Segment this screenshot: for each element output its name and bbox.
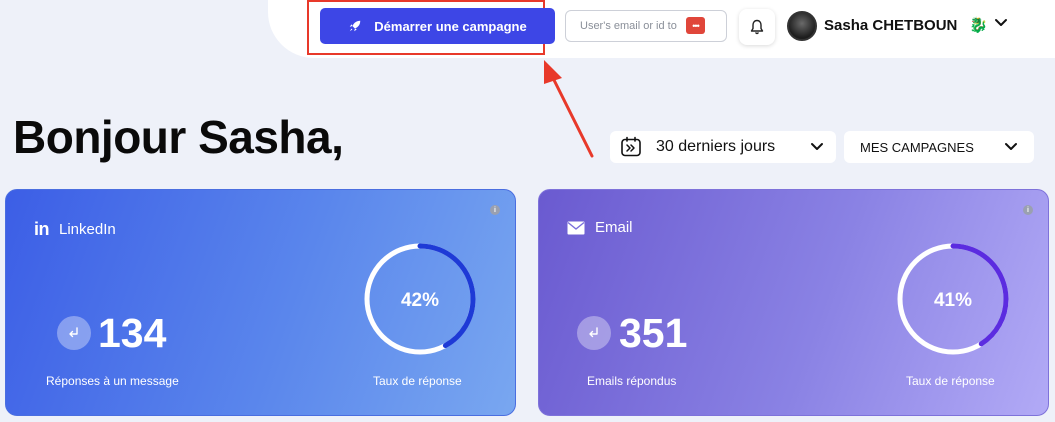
campaigns-select-label: MES CAMPAGNES	[860, 139, 974, 155]
email-stats-card: i Email 351 Emails répondus 41% Taux de …	[538, 189, 1049, 416]
date-range-select[interactable]: 30 derniers jours	[610, 131, 836, 163]
start-campaign-button[interactable]: Démarrer une campagne	[320, 8, 555, 44]
campaigns-select[interactable]: MES CAMPAGNES	[844, 131, 1034, 163]
emails-replied-label: Emails répondus	[587, 374, 677, 388]
response-rate-label: Taux de réponse	[373, 374, 462, 388]
response-rate-label: Taux de réponse	[906, 374, 995, 388]
rocket-icon	[350, 20, 361, 32]
responses-label: Réponses à un message	[46, 374, 179, 388]
mail-icon	[567, 221, 585, 234]
user-name[interactable]: Sasha CHETBOUN	[824, 17, 957, 34]
responses-count: 134	[98, 310, 167, 356]
badge-dots: •••	[692, 20, 700, 31]
start-campaign-label: Démarrer une campagne	[374, 18, 527, 34]
chevron-down-icon[interactable]	[994, 18, 1008, 28]
user-emoji: 🐉	[969, 17, 988, 34]
linkedin-stats-card: i in LinkedIn 134 Réponses à un message …	[5, 189, 516, 416]
notifications-button[interactable]	[739, 9, 775, 45]
calendar-forward-icon	[621, 136, 641, 157]
info-icon[interactable]: i	[1023, 205, 1033, 215]
response-rate-gauge: 41%	[897, 243, 1009, 355]
bell-icon	[750, 19, 764, 35]
annotation-arrow	[544, 60, 594, 158]
card-channel-label: LinkedIn	[59, 221, 116, 238]
user-avatar[interactable]	[787, 11, 817, 41]
chevron-down-icon	[811, 143, 823, 150]
card-channel-label: Email	[595, 219, 633, 236]
reply-icon	[57, 316, 91, 350]
info-icon[interactable]: i	[490, 205, 500, 215]
card-title: Email	[567, 219, 633, 236]
gauge-percent: 42%	[401, 290, 439, 311]
gauge-percent: 41%	[934, 290, 972, 311]
chevron-down-icon	[1005, 143, 1017, 150]
linkedin-icon: in	[34, 219, 50, 239]
page-greeting: Bonjour Sasha,	[13, 111, 344, 163]
password-manager-icon[interactable]: •••	[686, 17, 705, 34]
response-rate-gauge: 42%	[364, 243, 476, 355]
reply-icon	[577, 316, 611, 350]
card-title: in LinkedIn	[34, 219, 116, 240]
emails-replied-count: 351	[619, 310, 688, 356]
date-range-label: 30 derniers jours	[656, 138, 776, 155]
